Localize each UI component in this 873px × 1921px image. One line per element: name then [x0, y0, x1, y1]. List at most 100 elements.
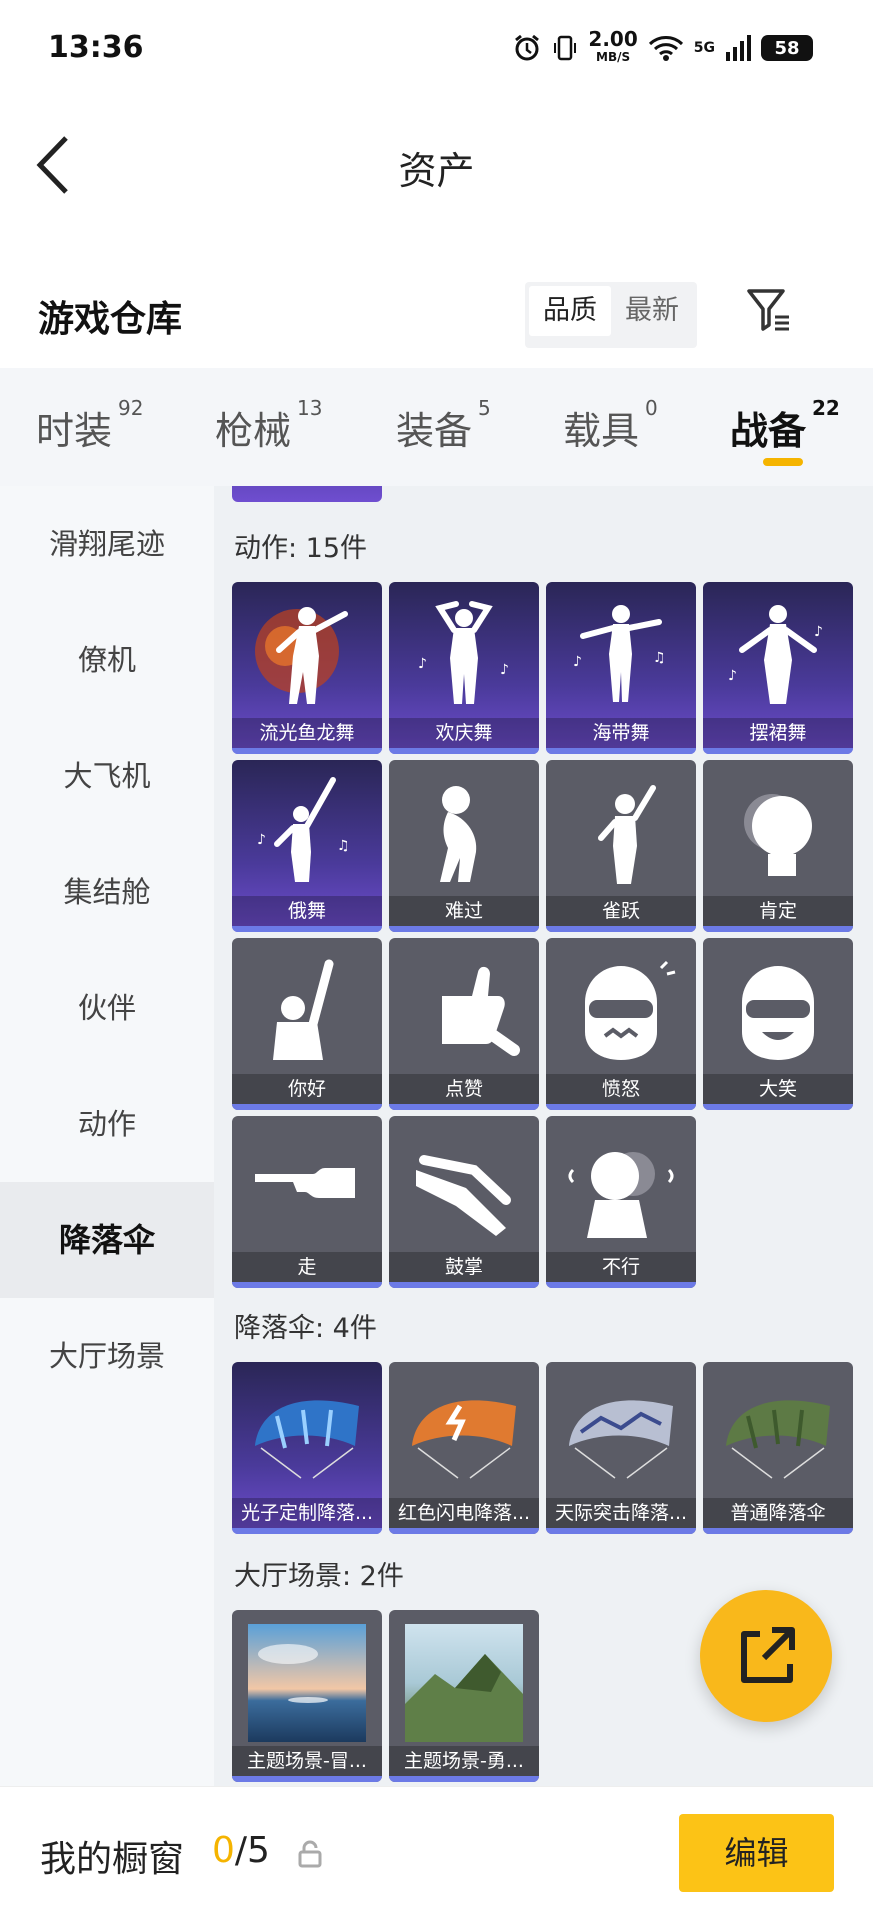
- shake-head-icon: [568, 1152, 674, 1238]
- action-tile[interactable]: ♪ ♪ 摆裙舞: [703, 582, 853, 754]
- tab-readiness[interactable]: 战备22: [730, 396, 840, 455]
- mountain-scene-image: [405, 1624, 523, 1742]
- action-tile[interactable]: 难过: [389, 760, 539, 932]
- tab-firearms[interactable]: 枪械13: [215, 396, 322, 455]
- item-label: 俄舞: [232, 896, 382, 926]
- item-label: 不行: [546, 1252, 696, 1282]
- action-tile[interactable]: 雀跃: [546, 760, 696, 932]
- item-label: 鼓掌: [389, 1252, 539, 1282]
- pointing-hand-icon: [255, 1168, 355, 1198]
- parachute-icon: [255, 1400, 359, 1479]
- share-external-icon: [741, 1627, 795, 1683]
- sort-latest[interactable]: 最新: [611, 286, 693, 336]
- tab-vehicles[interactable]: 载具0: [563, 396, 658, 455]
- sort-quality[interactable]: 品质: [529, 286, 611, 336]
- sidebar-item-lobby-scene[interactable]: 大厅场景: [0, 1298, 214, 1414]
- svg-text:♪: ♪: [418, 656, 427, 672]
- svg-text:♪: ♪: [257, 832, 266, 848]
- action-tile[interactable]: 流光鱼龙舞: [232, 582, 382, 754]
- dancer-icon: ♪ ♫: [257, 777, 350, 882]
- item-label: 走: [232, 1252, 382, 1282]
- thumbs-up-icon: [442, 966, 520, 1056]
- sidebar-item-action[interactable]: 动作: [0, 1066, 214, 1182]
- dancer-icon: ♪♪: [728, 605, 823, 704]
- sidebar-item-big-plane[interactable]: 大飞机: [0, 718, 214, 834]
- parachute-icon: [569, 1400, 673, 1479]
- vibrate-icon: [554, 35, 577, 61]
- net-speed: 2.00 MB/S: [588, 27, 638, 64]
- tab-fashion[interactable]: 时装92: [36, 396, 143, 455]
- sea-scene-image: [248, 1624, 366, 1742]
- action-tile[interactable]: ♪ ♫ 俄舞: [232, 760, 382, 932]
- item-label: 大笑: [703, 1074, 853, 1104]
- partial-tile[interactable]: [232, 486, 382, 502]
- svg-text:♫: ♫: [337, 838, 350, 854]
- svg-text:♪: ♪: [500, 662, 509, 678]
- laugh-helmet-icon: [742, 966, 814, 1060]
- section-title-action: 动作: 15件: [234, 533, 368, 564]
- item-label: 雀跃: [546, 896, 696, 926]
- warehouse-heading: 游戏仓库: [38, 299, 183, 340]
- showcase-count: 0/5: [212, 1830, 270, 1871]
- nod-head-icon: [744, 794, 812, 876]
- cheer-figure-icon: [598, 785, 656, 884]
- lobby-scene-tile[interactable]: 主题场景-勇...: [389, 1610, 539, 1782]
- action-tile[interactable]: 大笑: [703, 938, 853, 1110]
- item-label: 愤怒: [546, 1074, 696, 1104]
- parachute-tile[interactable]: 天际突击降落...: [546, 1362, 696, 1534]
- page-title: 资产: [398, 149, 475, 193]
- item-label: 主题场景-勇...: [389, 1746, 539, 1776]
- sidebar-item-pod[interactable]: 集结舱: [0, 834, 214, 950]
- item-label: 肯定: [703, 896, 853, 926]
- sidebar-item-partner[interactable]: 伙伴: [0, 950, 214, 1066]
- showcase-label: 我的橱窗: [40, 1839, 185, 1880]
- angry-helmet-icon: [585, 960, 676, 1060]
- action-tile[interactable]: 你好: [232, 938, 382, 1110]
- clap-hands-icon: [416, 1155, 511, 1236]
- action-tile[interactable]: 走: [232, 1116, 382, 1288]
- lock-icon: [298, 1840, 322, 1868]
- parachute-icon: [726, 1400, 830, 1479]
- item-label: 天际突击降落...: [546, 1498, 696, 1528]
- lobby-scene-tile[interactable]: 主题场景-冒...: [232, 1610, 382, 1782]
- signal-label: 5G: [693, 40, 715, 56]
- action-tile[interactable]: 肯定: [703, 760, 853, 932]
- action-tile[interactable]: 不行: [546, 1116, 696, 1288]
- sad-figure-icon: [440, 786, 477, 882]
- item-label: 难过: [389, 896, 539, 926]
- sidebar-item-wingman[interactable]: 僚机: [0, 602, 214, 718]
- action-tile[interactable]: 点赞: [389, 938, 539, 1110]
- section-title-lobby: 大厅场景: 2件: [234, 1561, 404, 1592]
- active-tab-indicator: [763, 458, 803, 466]
- parachute-tile[interactable]: 红色闪电降落...: [389, 1362, 539, 1534]
- action-tile[interactable]: ♪ ♫ 海带舞: [546, 582, 696, 754]
- item-label: 普通降落伞: [703, 1498, 853, 1528]
- action-tile[interactable]: 愤怒: [546, 938, 696, 1110]
- sidebar-item-glide-trail[interactable]: 滑翔尾迹: [0, 486, 214, 602]
- action-tile[interactable]: 鼓掌: [389, 1116, 539, 1288]
- sort-toggle: 品质 最新: [525, 282, 697, 348]
- item-label: 红色闪电降落...: [389, 1498, 539, 1528]
- item-label: 你好: [232, 1074, 382, 1104]
- tab-equipment[interactable]: 装备5: [396, 396, 491, 455]
- sidebar-item-parachute[interactable]: 降落伞: [0, 1182, 214, 1298]
- filter-icon[interactable]: [745, 285, 793, 333]
- item-label: 光子定制降落...: [232, 1498, 382, 1528]
- action-tile[interactable]: ♪ ♪ 欢庆舞: [389, 582, 539, 754]
- share-fab-button[interactable]: [700, 1590, 832, 1722]
- dancer-icon: ♪ ♫: [573, 605, 666, 702]
- dancer-icon: [255, 607, 348, 704]
- edit-button[interactable]: 编辑: [679, 1814, 834, 1892]
- item-label: 主题场景-冒...: [232, 1746, 382, 1776]
- parachute-tile[interactable]: 光子定制降落...: [232, 1362, 382, 1534]
- wave-hand-icon: [273, 959, 334, 1060]
- parachute-icon: [412, 1400, 516, 1479]
- status-time: 13:36: [48, 30, 144, 65]
- parachute-tile[interactable]: 普通降落伞: [703, 1362, 853, 1534]
- section-title-parachute: 降落伞: 4件: [234, 1313, 377, 1344]
- status-icons: 2.00 MB/S 5G 58: [512, 26, 813, 70]
- item-label: 流光鱼龙舞: [232, 718, 382, 748]
- svg-text:♫: ♫: [653, 650, 666, 666]
- alarm-icon: [515, 34, 540, 61]
- wifi-icon: [648, 36, 683, 61]
